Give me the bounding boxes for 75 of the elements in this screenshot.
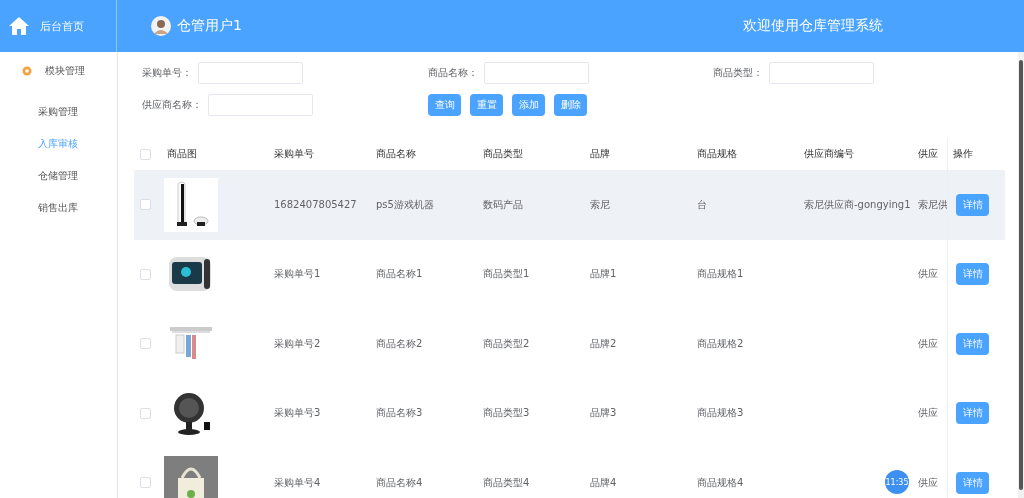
table-cell-text: 1682407805427 — [273, 199, 358, 211]
table-cell-text: 品牌3 — [589, 406, 618, 421]
table-cell-text: 供应 — [917, 406, 939, 421]
input-field[interactable] — [769, 62, 874, 84]
table-cell-text: 商品类型3 — [482, 406, 531, 421]
checkbox[interactable] — [140, 148, 151, 160]
home-icon[interactable] — [8, 16, 30, 36]
table-cell-text: ps5游戏机器 — [375, 197, 435, 212]
menu-group-label[interactable]: 模块管理 — [45, 64, 85, 78]
filter-label: 商品名称： — [428, 66, 478, 80]
detail-button[interactable]: 详情 — [956, 402, 989, 425]
column-header: 商品图 — [166, 147, 198, 161]
checkbox[interactable] — [140, 407, 151, 419]
checkbox[interactable] — [140, 338, 151, 350]
table-cell-text: 品牌2 — [589, 336, 618, 351]
input-field[interactable] — [208, 94, 313, 116]
scrollbar[interactable] — [1018, 52, 1024, 498]
table-row[interactable]: 1682407805427 ps5游戏机器 数码产品 索尼 台 索尼供应商-gongying1 索尼供 详情 — [134, 170, 1005, 240]
table-cell-text: 采购单号2 — [273, 336, 322, 351]
page-title: 欢迎使用仓库管理系统 — [743, 17, 883, 35]
table-cell-text: 商品规格1 — [696, 267, 745, 282]
table-cell-text: 采购单号1 — [273, 267, 322, 282]
filter-label: 供应商名称： — [142, 98, 202, 112]
column-header: 商品规格 — [696, 147, 738, 161]
action-button[interactable]: 重置 — [470, 94, 503, 116]
avatar-icon — [151, 16, 171, 36]
table-cell-text: 商品名称3 — [375, 406, 424, 421]
table-cell-text: 商品名称4 — [375, 475, 424, 490]
column-header: 商品名称 — [375, 147, 417, 161]
checkbox[interactable] — [140, 199, 151, 211]
input-field[interactable] — [484, 62, 589, 84]
action-button[interactable]: 查询 — [428, 94, 461, 116]
column-header: 商品类型 — [482, 147, 524, 161]
table-cell-text: 品牌4 — [589, 475, 618, 490]
table-cell-text: 品牌1 — [589, 267, 618, 282]
table-cell-text: 采购单号3 — [273, 406, 322, 421]
table-cell-text: 索尼 — [589, 197, 611, 212]
table-cell-text: 商品规格4 — [696, 475, 745, 490]
detail-button[interactable]: 详情 — [956, 471, 989, 494]
table-cell-text: 商品类型1 — [482, 267, 531, 282]
table-cell-text: 数码产品 — [482, 197, 524, 212]
sidebar-item[interactable]: 销售出库 — [0, 192, 117, 224]
table-cell-text: 台 — [696, 197, 708, 212]
action-button[interactable]: 删除 — [554, 94, 587, 116]
filter-label: 商品类型： — [713, 66, 763, 80]
user-name: 仓管用户1 — [177, 17, 242, 35]
checkbox[interactable] — [140, 477, 151, 489]
table-cell-text: 商品名称2 — [375, 336, 424, 351]
filter-label: 采购单号： — [142, 66, 192, 80]
table-cell-text: 供应 — [917, 336, 939, 351]
table-cell-text: 采购单号4 — [273, 475, 322, 490]
table-cell-text: 商品类型2 — [482, 336, 531, 351]
table-cell-text: 商品规格2 — [696, 336, 745, 351]
column-header: 采购单号 — [273, 147, 315, 161]
detail-button[interactable]: 详情 — [956, 193, 989, 216]
sidebar-item[interactable]: 仓储管理 — [0, 160, 117, 192]
column-header: 供应商编号 — [803, 147, 855, 161]
table-cell-text: 索尼供应商-gongying1 — [803, 197, 912, 212]
sidebar-item[interactable]: 入库审核 — [0, 128, 117, 160]
sidebar-item[interactable]: 采购管理 — [0, 96, 117, 128]
table-cell-text: 商品类型4 — [482, 475, 531, 490]
home-label[interactable]: 后台首页 — [40, 18, 84, 34]
table-cell-text: 索尼供 — [917, 197, 947, 212]
table-cell-text: 供应 — [917, 267, 939, 282]
checkbox[interactable] — [140, 268, 151, 280]
detail-button[interactable]: 详情 — [956, 332, 989, 355]
action-button[interactable]: 添加 — [512, 94, 545, 116]
table-cell-text: 商品名称1 — [375, 267, 424, 282]
table-cell-text: 商品规格3 — [696, 406, 745, 421]
input-field[interactable] — [198, 62, 303, 84]
column-header: 品牌 — [589, 147, 611, 161]
gear-icon — [22, 66, 32, 76]
column-header: 供应 — [917, 147, 939, 161]
table-cell-text: 供应 — [917, 475, 939, 490]
detail-button[interactable]: 详情 — [956, 263, 989, 286]
